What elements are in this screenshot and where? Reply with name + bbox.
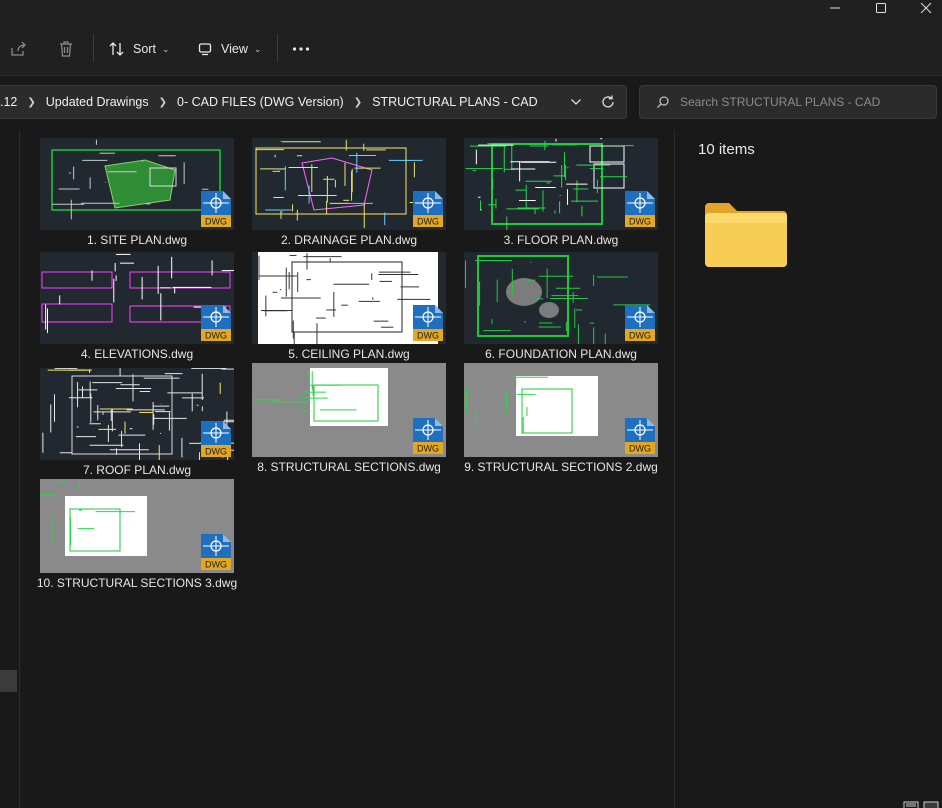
file-thumbnail: DWG xyxy=(40,138,234,230)
file-name: 4. ELEVATIONS.dwg xyxy=(80,347,194,361)
search-icon xyxy=(657,96,669,108)
svg-text:DWG: DWG xyxy=(205,331,227,341)
toolbar-divider xyxy=(93,34,94,62)
navigation-pane[interactable] xyxy=(0,130,20,808)
nav-selected-item[interactable] xyxy=(0,670,17,692)
file-name: 7. ROOF PLAN.dwg xyxy=(82,463,192,477)
toolbar-divider xyxy=(277,34,278,62)
sort-button[interactable]: Sort ⌄ xyxy=(108,36,169,62)
chevron-right-icon: ❯ xyxy=(353,96,363,108)
file-name: 2. DRAINAGE PLAN.dwg xyxy=(280,233,418,247)
folder-icon xyxy=(703,201,789,272)
file-name: 9. STRUCTURAL SECTIONS 2.dwg xyxy=(464,460,658,474)
svg-text:DWG: DWG xyxy=(205,560,227,570)
file-name: 8. STRUCTURAL SECTIONS.dwg xyxy=(257,460,441,474)
command-bar: Sort ⌄ View ⌄ xyxy=(0,20,942,76)
address-dropdown-icon[interactable] xyxy=(568,94,584,110)
breadcrumb: .12 ❯ Updated Drawings ❯ 0- CAD FILES (D… xyxy=(0,86,538,118)
svg-text:DWG: DWG xyxy=(629,331,651,341)
maximize-icon[interactable] xyxy=(858,0,904,16)
file-name: 6. FOUNDATION PLAN.dwg xyxy=(485,347,637,361)
sort-label: Sort xyxy=(133,42,156,56)
svg-text:DWG: DWG xyxy=(417,444,439,454)
more-options-button[interactable] xyxy=(292,36,310,62)
breadcrumb-item[interactable]: STRUCTURAL PLANS - CAD xyxy=(372,95,538,109)
chevron-down-icon: ⌄ xyxy=(253,43,262,54)
dwg-file-icon: DWG xyxy=(201,534,231,570)
dwg-file-icon: DWG xyxy=(201,305,231,341)
svg-text:DWG: DWG xyxy=(417,217,439,227)
dwg-file-icon: DWG xyxy=(413,191,443,227)
view-toggle[interactable] xyxy=(900,798,940,808)
sort-icon xyxy=(109,42,124,56)
dwg-file-icon: DWG xyxy=(625,305,655,341)
view-icon xyxy=(198,43,212,56)
file-thumbnail: DWG xyxy=(464,252,658,344)
file-name: 1. SITE PLAN.dwg xyxy=(86,233,188,247)
breadcrumb-item[interactable]: .12 xyxy=(0,95,17,109)
file-thumbnail: DWG xyxy=(252,252,446,344)
breadcrumb-item[interactable]: Updated Drawings xyxy=(46,95,149,109)
file-thumbnail: DWG xyxy=(252,138,446,230)
breadcrumb-item[interactable]: 0- CAD FILES (DWG Version) xyxy=(177,95,344,109)
file-thumbnail: DWG xyxy=(252,363,446,457)
search-input[interactable] xyxy=(680,95,930,109)
svg-text:DWG: DWG xyxy=(205,217,227,227)
minimize-icon[interactable] xyxy=(812,0,858,16)
item-count: 10 items xyxy=(698,141,755,158)
view-label: View xyxy=(221,42,248,56)
file-name: 3. FLOOR PLAN.dwg xyxy=(503,233,619,247)
chevron-down-icon: ⌄ xyxy=(161,43,170,54)
dwg-file-icon: DWG xyxy=(625,418,655,454)
title-bar xyxy=(0,0,942,20)
share-icon[interactable] xyxy=(8,39,28,59)
pane-divider[interactable] xyxy=(674,130,675,808)
search-box[interactable] xyxy=(639,85,937,119)
dwg-file-icon: DWG xyxy=(413,305,443,341)
dwg-file-icon: DWG xyxy=(201,191,231,227)
svg-text:DWG: DWG xyxy=(417,331,439,341)
dwg-file-icon: DWG xyxy=(201,421,231,457)
file-thumbnail: DWG xyxy=(464,363,658,457)
refresh-icon[interactable] xyxy=(600,94,616,110)
svg-text:DWG: DWG xyxy=(629,217,651,227)
dwg-file-icon: DWG xyxy=(413,418,443,454)
file-thumbnail: DWG xyxy=(464,138,658,230)
svg-text:DWG: DWG xyxy=(205,447,227,457)
chevron-right-icon: ❯ xyxy=(158,96,168,108)
file-name: 5. CEILING PLAN.dwg xyxy=(288,347,410,361)
more-icon xyxy=(292,47,310,51)
file-thumbnail: DWG xyxy=(40,479,234,573)
svg-text:DWG: DWG xyxy=(629,444,651,454)
address-bar[interactable]: .12 ❯ Updated Drawings ❯ 0- CAD FILES (D… xyxy=(0,85,627,119)
view-button[interactable]: View ⌄ xyxy=(198,36,261,62)
file-thumbnail: DWG xyxy=(40,252,234,344)
file-thumbnail: DWG xyxy=(40,368,234,460)
chevron-right-icon: ❯ xyxy=(27,96,36,108)
trash-icon[interactable] xyxy=(56,39,76,59)
close-icon[interactable] xyxy=(903,0,942,16)
dwg-file-icon: DWG xyxy=(625,191,655,227)
file-name: 10. STRUCTURAL SECTIONS 3.dwg xyxy=(36,576,238,590)
